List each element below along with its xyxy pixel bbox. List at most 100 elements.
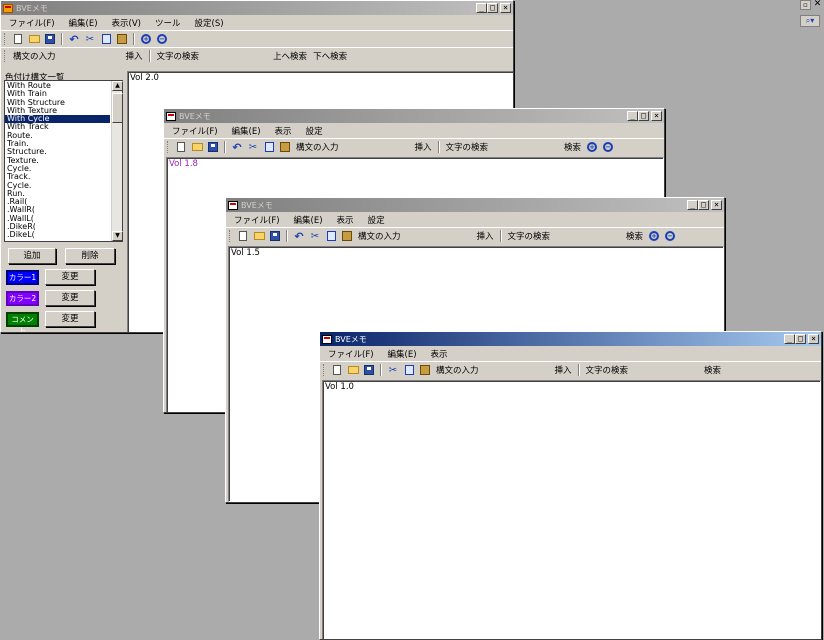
- menu-edit[interactable]: 編集(E): [67, 17, 100, 29]
- search-icon[interactable]: ⌕▾: [800, 15, 820, 27]
- copy-button[interactable]: [262, 140, 276, 154]
- scroll-up-button[interactable]: ▲: [112, 81, 123, 91]
- save-button[interactable]: [206, 140, 220, 154]
- minimize-button[interactable]: _: [687, 200, 698, 210]
- menu-settings[interactable]: 設定: [304, 125, 325, 137]
- toolbar-grip[interactable]: [323, 364, 326, 376]
- maximize-button[interactable]: □: [795, 334, 806, 344]
- menu-view[interactable]: 表示: [429, 348, 450, 360]
- new-button[interactable]: [11, 32, 25, 46]
- close-button[interactable]: ×: [808, 334, 819, 344]
- restore-icon[interactable]: ▫: [800, 0, 811, 10]
- zoom-in-button[interactable]: +: [139, 32, 153, 46]
- insert-button[interactable]: 挿入: [475, 230, 496, 242]
- close-button[interactable]: ×: [711, 200, 722, 210]
- cut-button[interactable]: ✂: [83, 32, 97, 46]
- menu-file[interactable]: ファイル(F): [232, 214, 282, 226]
- zoom-out-button[interactable]: −: [155, 32, 169, 46]
- menu-view[interactable]: 表示(V): [110, 17, 143, 29]
- open-button[interactable]: [252, 229, 266, 243]
- close-icon[interactable]: ✕: [812, 0, 823, 10]
- undo-button[interactable]: ↶: [67, 32, 81, 46]
- open-button[interactable]: [346, 363, 360, 377]
- editor[interactable]: Vol 1.0: [322, 380, 821, 639]
- close-button[interactable]: ×: [651, 111, 662, 121]
- change-color1-button[interactable]: 変更: [45, 269, 95, 285]
- minimize-button[interactable]: _: [476, 3, 487, 13]
- syntax-input[interactable]: [482, 364, 551, 376]
- minimize-button[interactable]: _: [784, 334, 795, 344]
- maximize-button[interactable]: □: [698, 200, 709, 210]
- change-comment-button[interactable]: 変更: [45, 311, 95, 327]
- insert-button[interactable]: 挿入: [124, 50, 145, 62]
- toolbar-grip[interactable]: [4, 33, 7, 45]
- menu-settings[interactable]: 設定(S): [193, 17, 226, 29]
- insert-button[interactable]: 挿入: [553, 364, 574, 376]
- maximize-button[interactable]: □: [487, 3, 498, 13]
- save-button[interactable]: [43, 32, 57, 46]
- search-button[interactable]: 検索: [702, 364, 723, 376]
- open-button[interactable]: [190, 140, 204, 154]
- list-scrollbar[interactable]: ▲ ▼: [111, 81, 123, 241]
- search-input[interactable]: [203, 50, 270, 62]
- search-input[interactable]: [492, 141, 561, 153]
- cut-button[interactable]: ✂: [246, 140, 260, 154]
- copy-button[interactable]: [324, 229, 338, 243]
- paste-button[interactable]: [278, 140, 292, 154]
- scroll-thumb[interactable]: [112, 93, 123, 123]
- copy-button[interactable]: [99, 32, 113, 46]
- zoom-out-button[interactable]: −: [601, 140, 615, 154]
- syntax-input[interactable]: [342, 141, 411, 153]
- delete-button[interactable]: 削除: [65, 248, 115, 264]
- search-input[interactable]: [554, 230, 623, 242]
- menu-edit[interactable]: 編集(E): [386, 348, 419, 360]
- window-vol15-titlebar[interactable]: BVEメモ _ □ ×: [226, 198, 724, 212]
- open-button[interactable]: [27, 32, 41, 46]
- zoom-in-button[interactable]: +: [647, 229, 661, 243]
- cut-button[interactable]: ✂: [386, 363, 400, 377]
- minimize-button[interactable]: _: [627, 111, 638, 121]
- paste-button[interactable]: [340, 229, 354, 243]
- menu-view[interactable]: 表示: [335, 214, 356, 226]
- save-button[interactable]: [362, 363, 376, 377]
- search-down-button[interactable]: 下へ検索: [311, 50, 349, 62]
- paste-button[interactable]: [418, 363, 432, 377]
- search-button[interactable]: 検索: [562, 141, 583, 153]
- maximize-button[interactable]: □: [638, 111, 649, 121]
- menu-file[interactable]: ファイル(F): [170, 125, 220, 137]
- search-input[interactable]: [632, 364, 701, 376]
- insert-button[interactable]: 挿入: [413, 141, 434, 153]
- new-button[interactable]: [236, 229, 250, 243]
- undo-button[interactable]: ↶: [292, 229, 306, 243]
- new-button[interactable]: [174, 140, 188, 154]
- save-button[interactable]: [268, 229, 282, 243]
- toolbar-grip[interactable]: [4, 50, 7, 62]
- menu-edit[interactable]: 編集(E): [292, 214, 325, 226]
- search-up-button[interactable]: 上へ検索: [271, 50, 309, 62]
- copy-button[interactable]: [402, 363, 416, 377]
- close-button[interactable]: ×: [500, 3, 511, 13]
- menu-file[interactable]: ファイル(F): [7, 17, 57, 29]
- menu-edit[interactable]: 編集(E): [230, 125, 263, 137]
- syntax-color-list[interactable]: With Route With Train With Structure With T…: [4, 80, 123, 242]
- menu-settings[interactable]: 設定: [366, 214, 387, 226]
- toolbar-grip[interactable]: [167, 141, 170, 153]
- syntax-input[interactable]: [404, 230, 473, 242]
- syntax-input[interactable]: [59, 50, 122, 62]
- toolbar-grip[interactable]: [229, 230, 232, 242]
- list-item[interactable]: .DikeL(: [5, 231, 110, 240]
- menu-view[interactable]: 表示: [273, 125, 294, 137]
- search-button[interactable]: 検索: [624, 230, 645, 242]
- cut-button[interactable]: ✂: [308, 229, 322, 243]
- zoom-in-button[interactable]: +: [585, 140, 599, 154]
- new-button[interactable]: [330, 363, 344, 377]
- menu-file[interactable]: ファイル(F): [326, 348, 376, 360]
- scroll-down-button[interactable]: ▼: [112, 231, 123, 241]
- zoom-out-button[interactable]: −: [663, 229, 677, 243]
- window-vol10-titlebar[interactable]: BVEメモ _ □ ×: [320, 332, 821, 346]
- main-titlebar[interactable]: BVEメモ _ □ ×: [1, 1, 513, 15]
- change-color2-button[interactable]: 変更: [45, 290, 95, 306]
- window-vol18-titlebar[interactable]: BVEメモ _ □ ×: [164, 109, 664, 123]
- paste-button[interactable]: [115, 32, 129, 46]
- add-button[interactable]: 追加: [8, 248, 56, 264]
